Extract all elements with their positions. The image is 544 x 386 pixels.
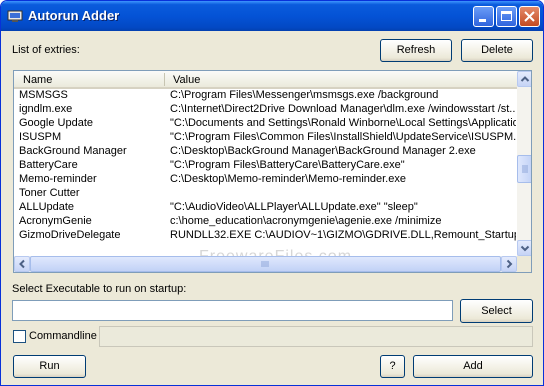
entry-name: BatteryCare — [19, 159, 78, 171]
title-bar[interactable]: Autorun Adder — [1, 1, 543, 31]
commandline-checkbox[interactable] — [13, 330, 26, 343]
table-row[interactable]: ALLUpdate "C:\AudioVideo\ALLPlayer\ALLUpd… — [14, 201, 517, 215]
chevron-right-icon — [506, 259, 513, 269]
table-row[interactable]: MSMSGS C:\Program Files\Messenger\msmsgs.… — [14, 89, 517, 103]
entry-name: Memo-reminder — [19, 173, 97, 185]
app-window: Autorun Adder List of extries: Refresh D… — [0, 0, 544, 386]
close-button[interactable] — [519, 6, 540, 27]
executable-path-input[interactable] — [12, 300, 453, 321]
entry-name: ALLUpdate — [19, 201, 75, 213]
table-row[interactable]: GizmoDriveDelegate RUNDLL32.EXE C:\AUDIOV… — [14, 229, 517, 243]
entry-value: "C:\AudioVideo\ALLPlayer\ALLUpdate.exe" … — [170, 201, 418, 213]
table-row[interactable]: BatteryCare "C:\Program Files\BatteryCare… — [14, 159, 517, 173]
column-header-name[interactable]: Name — [23, 74, 52, 86]
table-row[interactable]: igndlm.exe C:\Internet\Direct2Drive Downl… — [14, 103, 517, 117]
vertical-scroll-thumb[interactable] — [517, 155, 531, 183]
scroll-up-button[interactable] — [517, 71, 531, 87]
run-button[interactable]: Run — [13, 355, 86, 378]
commandline-label[interactable]: Commandline — [29, 330, 97, 342]
select-executable-label: Select Executable to run on startup: — [12, 283, 187, 295]
entry-name: GizmoDriveDelegate — [19, 229, 121, 241]
entry-value: c:\home_education\acronymgenie\agenie.ex… — [170, 215, 442, 227]
vertical-scrollbar[interactable] — [517, 71, 531, 256]
chevron-down-icon — [520, 245, 530, 252]
chevron-up-icon — [520, 76, 530, 82]
window-title: Autorun Adder — [28, 8, 120, 23]
minimize-icon — [479, 19, 486, 22]
list-rows: MSMSGS C:\Program Files\Messenger\msmsgs.… — [14, 89, 517, 243]
select-button[interactable]: Select — [460, 299, 533, 323]
entries-list[interactable]: Name Value MSMSGS C:\Program Files\Messen… — [13, 70, 532, 273]
list-label: List of extries: — [12, 44, 80, 56]
minimize-button[interactable] — [473, 6, 494, 27]
scroll-down-button[interactable] — [517, 240, 531, 256]
entry-value: RUNDLL32.EXE C:\AUDIOV~1\GIZMO\GDRIVE.DL… — [170, 229, 516, 241]
entry-value: "C:\Documents and Settings\Ronald Winbor… — [170, 117, 516, 129]
entry-value: C:\Desktop\BackGround Manager\BackGround… — [170, 145, 476, 157]
entry-name: BackGround Manager — [19, 145, 127, 157]
table-row[interactable]: ISUSPM "C:\Program Files\Common Files\Ins… — [14, 131, 517, 145]
scroll-right-button[interactable] — [501, 256, 517, 272]
app-icon — [7, 8, 23, 24]
chevron-left-icon — [19, 259, 25, 269]
entry-name: AcronymGenie — [19, 215, 92, 227]
table-row[interactable]: Memo-reminder C:\Desktop\Memo-reminder\Me… — [14, 173, 517, 187]
commandline-input[interactable] — [99, 326, 533, 347]
scroll-left-button[interactable] — [14, 256, 30, 272]
close-icon — [524, 11, 535, 22]
entry-value: "C:\Program Files\Common Files\InstallSh… — [170, 131, 516, 143]
entry-name: igndlm.exe — [19, 103, 73, 115]
table-row[interactable]: AcronymGenie c:\home_education\acronymgen… — [14, 215, 517, 229]
entry-value: C:\Desktop\Memo-reminder\Memo-reminder.e… — [170, 173, 406, 185]
list-header: Name Value — [14, 71, 517, 89]
entry-name: Google Update — [19, 117, 93, 129]
entry-value: "C:\Program Files\BatteryCare\BatteryCar… — [170, 159, 405, 171]
entry-name: ISUSPM — [19, 131, 62, 143]
table-row[interactable]: Toner Cutter — [14, 187, 517, 201]
entry-name: MSMSGS — [19, 89, 68, 101]
entry-name: Toner Cutter — [19, 187, 80, 199]
refresh-button[interactable]: Refresh — [380, 39, 452, 62]
maximize-icon — [501, 11, 512, 21]
horizontal-scrollbar[interactable] — [14, 256, 517, 272]
maximize-button[interactable] — [496, 6, 517, 27]
entry-value: C:\Internet\Direct2Drive Download Manage… — [170, 103, 516, 115]
help-button[interactable]: ? — [380, 355, 405, 378]
table-row[interactable]: BackGround Manager C:\Desktop\BackGround … — [14, 145, 517, 159]
column-header-value[interactable]: Value — [173, 74, 200, 86]
add-button[interactable]: Add — [413, 355, 533, 378]
entry-value: C:\Program Files\Messenger\msmsgs.exe /b… — [170, 89, 439, 101]
scroll-corner — [517, 256, 531, 272]
table-row[interactable]: Google Update "C:\Documents and Settings\… — [14, 117, 517, 131]
delete-button[interactable]: Delete — [461, 39, 533, 62]
column-divider[interactable] — [164, 73, 165, 86]
horizontal-scroll-thumb[interactable] — [30, 256, 501, 272]
